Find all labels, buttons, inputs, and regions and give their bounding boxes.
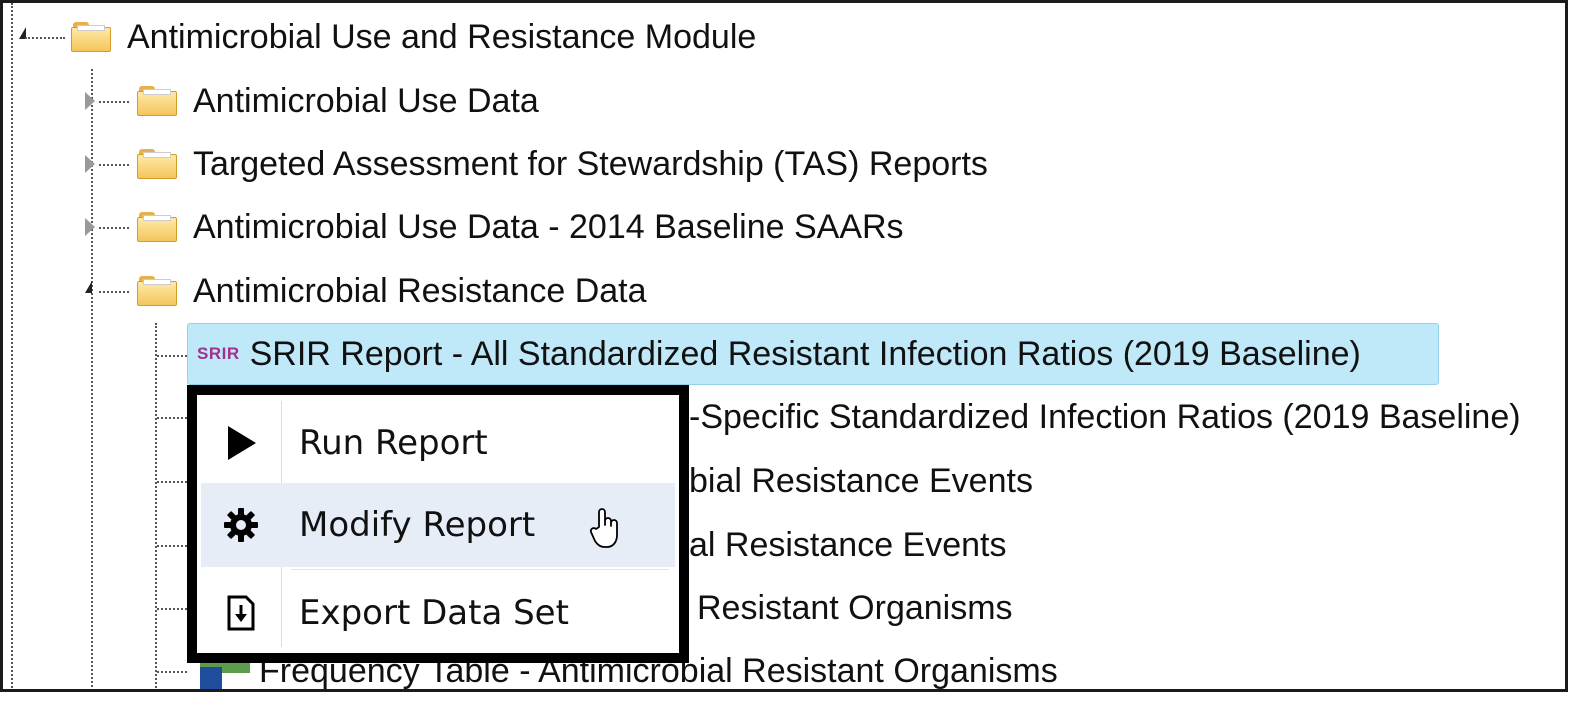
tree-connector [99,101,129,103]
tree-connector [99,164,129,166]
tree-node-report[interactable]: Resistant Organisms [697,582,1013,634]
menu-item-label: Export Data Set [299,593,569,633]
tree-node-folder[interactable]: Targeted Assessment for Stewardship (TAS… [137,138,988,190]
folder-icon [137,276,177,306]
play-icon [201,401,281,485]
tree-node-label: Antimicrobial Use Data - 2014 Baseline S… [193,207,904,246]
tree-node-label: Antimicrobial Use and Resistance Module [127,17,757,56]
folder-icon [137,212,177,242]
expand-toggle-icon[interactable] [85,281,92,293]
tree-guide [155,323,157,689]
tree-node-report[interactable]: al Resistance Events [689,519,1007,571]
folder-icon [71,22,111,52]
menu-item-label: Modify Report [299,505,536,545]
tree-node-folder[interactable]: Antimicrobial Use Data [137,75,539,127]
tree-node-report[interactable]: -Specific Standardized Infection Ratios … [689,391,1521,443]
tree-connector [157,481,187,483]
tree-node-report-selected[interactable]: SRIR SRIR Report - All Standardized Resi… [197,328,1361,380]
collapse-toggle-icon[interactable] [85,218,95,236]
tree-connector [157,608,187,610]
export-data-set-menu-item[interactable]: Export Data Set [201,571,675,655]
folder-icon [137,149,177,179]
folder-icon [137,86,177,116]
tree-connector [157,545,187,547]
collapse-toggle-icon[interactable] [85,155,95,173]
tree-node-label: al Resistance Events [689,525,1007,564]
run-report-menu-item[interactable]: Run Report [201,401,675,485]
tree-connector [157,417,187,419]
tree-node-folder[interactable]: Antimicrobial Resistance Data [137,265,647,317]
srir-badge-icon: SRIR [197,344,240,363]
tree-node-report[interactable]: bial Resistance Events [689,455,1033,507]
tree-node-label: Antimicrobial Use Data [193,81,539,120]
export-icon [201,571,281,655]
tree-connector [157,355,187,357]
collapse-toggle-icon[interactable] [85,92,95,110]
tree-connector [157,671,187,673]
report-icon [200,667,222,689]
tree-connector [99,291,129,293]
tree-node-label: -Specific Standardized Infection Ratios … [689,397,1521,436]
tree-node-label: Resistant Organisms [697,588,1013,627]
tree-guide [11,3,13,689]
menu-item-label: Run Report [299,423,488,463]
report-tree-panel: Antimicrobial Use and Resistance Module … [0,0,1568,692]
tree-connector [99,227,129,229]
tree-node-label: SRIR Report - All Standardized Resistant… [249,334,1361,373]
tree-connector [25,37,65,39]
gear-icon [201,483,281,567]
tree-node-folder[interactable]: Antimicrobial Use Data - 2014 Baseline S… [137,201,904,253]
tree-node-label: Targeted Assessment for Stewardship (TAS… [193,144,988,183]
tree-node-label: Antimicrobial Resistance Data [193,271,647,310]
hand-cursor-icon [589,507,621,549]
menu-separator [291,569,669,570]
tree-node-label: bial Resistance Events [689,461,1033,500]
tree-node-root[interactable]: Antimicrobial Use and Resistance Module [71,11,756,63]
